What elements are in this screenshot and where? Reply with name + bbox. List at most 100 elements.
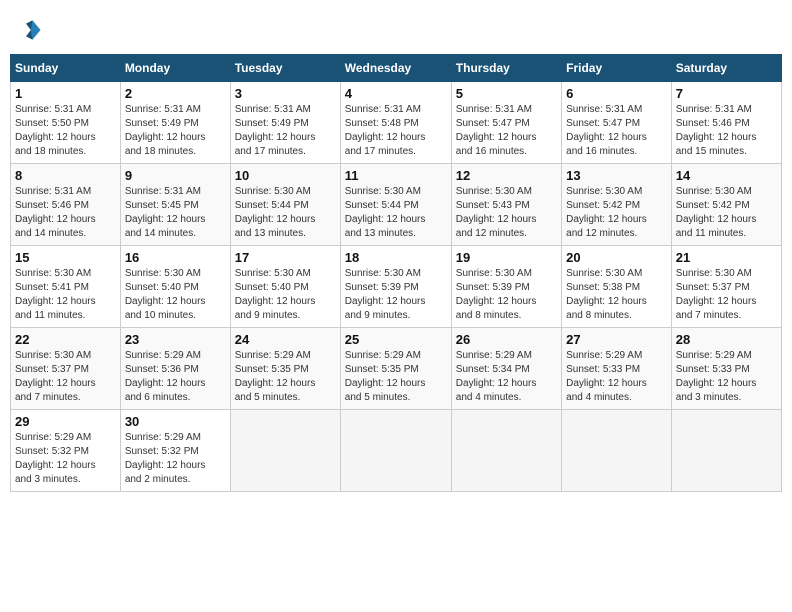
day-number: 29	[15, 414, 116, 429]
day-number: 23	[125, 332, 226, 347]
logo	[10, 14, 46, 46]
day-info: Sunrise: 5:30 AMSunset: 5:38 PMDaylight:…	[566, 267, 667, 323]
day-number: 4	[345, 86, 447, 101]
day-number: 8	[15, 168, 116, 183]
day-number: 6	[566, 86, 667, 101]
day-number: 20	[566, 250, 667, 265]
day-info: Sunrise: 5:29 AMSunset: 5:34 PMDaylight:…	[456, 349, 557, 405]
day-number: 24	[235, 332, 336, 347]
day-info: Sunrise: 5:30 AMSunset: 5:43 PMDaylight:…	[456, 185, 557, 241]
day-number: 22	[15, 332, 116, 347]
day-info: Sunrise: 5:30 AMSunset: 5:44 PMDaylight:…	[345, 185, 447, 241]
weekday-header-wednesday: Wednesday	[340, 55, 451, 82]
calendar-cell: 8 Sunrise: 5:31 AMSunset: 5:46 PMDaylight…	[11, 164, 121, 246]
calendar-cell: 17 Sunrise: 5:30 AMSunset: 5:40 PMDayligh…	[230, 246, 340, 328]
day-info: Sunrise: 5:30 AMSunset: 5:39 PMDaylight:…	[345, 267, 447, 323]
calendar-cell: 27 Sunrise: 5:29 AMSunset: 5:33 PMDayligh…	[562, 328, 672, 410]
calendar-cell: 23 Sunrise: 5:29 AMSunset: 5:36 PMDayligh…	[120, 328, 230, 410]
day-info: Sunrise: 5:31 AMSunset: 5:49 PMDaylight:…	[125, 103, 226, 159]
weekday-header-thursday: Thursday	[451, 55, 561, 82]
logo-icon	[10, 14, 42, 46]
day-info: Sunrise: 5:31 AMSunset: 5:49 PMDaylight:…	[235, 103, 336, 159]
day-number: 26	[456, 332, 557, 347]
calendar-cell	[671, 410, 781, 492]
day-info: Sunrise: 5:29 AMSunset: 5:36 PMDaylight:…	[125, 349, 226, 405]
weekday-header-tuesday: Tuesday	[230, 55, 340, 82]
calendar-cell: 11 Sunrise: 5:30 AMSunset: 5:44 PMDayligh…	[340, 164, 451, 246]
calendar-cell: 5 Sunrise: 5:31 AMSunset: 5:47 PMDaylight…	[451, 82, 561, 164]
day-info: Sunrise: 5:30 AMSunset: 5:42 PMDaylight:…	[566, 185, 667, 241]
day-info: Sunrise: 5:31 AMSunset: 5:45 PMDaylight:…	[125, 185, 226, 241]
calendar-cell: 22 Sunrise: 5:30 AMSunset: 5:37 PMDayligh…	[11, 328, 121, 410]
day-info: Sunrise: 5:30 AMSunset: 5:40 PMDaylight:…	[125, 267, 226, 323]
day-info: Sunrise: 5:31 AMSunset: 5:47 PMDaylight:…	[456, 103, 557, 159]
day-number: 5	[456, 86, 557, 101]
day-number: 12	[456, 168, 557, 183]
day-number: 16	[125, 250, 226, 265]
calendar-cell	[340, 410, 451, 492]
day-number: 10	[235, 168, 336, 183]
day-number: 9	[125, 168, 226, 183]
day-number: 1	[15, 86, 116, 101]
day-info: Sunrise: 5:31 AMSunset: 5:47 PMDaylight:…	[566, 103, 667, 159]
weekday-header-monday: Monday	[120, 55, 230, 82]
calendar-table: SundayMondayTuesdayWednesdayThursdayFrid…	[10, 54, 782, 492]
calendar-cell: 25Sunrise: 5:29 AMSunset: 5:35 PMDayligh…	[340, 328, 451, 410]
day-info: Sunrise: 5:31 AMSunset: 5:48 PMDaylight:…	[345, 103, 447, 159]
calendar-cell: 9 Sunrise: 5:31 AMSunset: 5:45 PMDaylight…	[120, 164, 230, 246]
day-number: 17	[235, 250, 336, 265]
day-info: Sunrise: 5:30 AMSunset: 5:40 PMDaylight:…	[235, 267, 336, 323]
calendar-cell: 26 Sunrise: 5:29 AMSunset: 5:34 PMDayligh…	[451, 328, 561, 410]
day-info: Sunrise: 5:29 AMSunset: 5:33 PMDaylight:…	[676, 349, 777, 405]
calendar-cell: 12 Sunrise: 5:30 AMSunset: 5:43 PMDayligh…	[451, 164, 561, 246]
calendar-cell: 3Sunrise: 5:31 AMSunset: 5:49 PMDaylight…	[230, 82, 340, 164]
day-info: Sunrise: 5:31 AMSunset: 5:46 PMDaylight:…	[676, 103, 777, 159]
day-number: 25	[345, 332, 447, 347]
day-number: 11	[345, 168, 447, 183]
day-number: 14	[676, 168, 777, 183]
day-number: 19	[456, 250, 557, 265]
calendar-cell: 18 Sunrise: 5:30 AMSunset: 5:39 PMDayligh…	[340, 246, 451, 328]
day-info: Sunrise: 5:30 AMSunset: 5:39 PMDaylight:…	[456, 267, 557, 323]
day-info: Sunrise: 5:30 AMSunset: 5:44 PMDaylight:…	[235, 185, 336, 241]
day-number: 18	[345, 250, 447, 265]
day-number: 28	[676, 332, 777, 347]
day-number: 27	[566, 332, 667, 347]
calendar-cell: 16 Sunrise: 5:30 AMSunset: 5:40 PMDayligh…	[120, 246, 230, 328]
weekday-header-friday: Friday	[562, 55, 672, 82]
day-info: Sunrise: 5:31 AMSunset: 5:50 PMDaylight:…	[15, 103, 116, 159]
day-info: Sunrise: 5:30 AMSunset: 5:42 PMDaylight:…	[676, 185, 777, 241]
day-info: Sunrise: 5:31 AMSunset: 5:46 PMDaylight:…	[15, 185, 116, 241]
day-info: Sunrise: 5:30 AMSunset: 5:37 PMDaylight:…	[15, 349, 116, 405]
calendar-cell: 6 Sunrise: 5:31 AMSunset: 5:47 PMDaylight…	[562, 82, 672, 164]
day-info: Sunrise: 5:29 AMSunset: 5:32 PMDaylight:…	[125, 431, 226, 487]
calendar-cell: 28 Sunrise: 5:29 AMSunset: 5:33 PMDayligh…	[671, 328, 781, 410]
page-header	[10, 10, 782, 46]
day-number: 15	[15, 250, 116, 265]
calendar-cell: 4 Sunrise: 5:31 AMSunset: 5:48 PMDaylight…	[340, 82, 451, 164]
calendar-cell: 24 Sunrise: 5:29 AMSunset: 5:35 PMDayligh…	[230, 328, 340, 410]
day-info: Sunrise: 5:29 AMSunset: 5:33 PMDaylight:…	[566, 349, 667, 405]
day-info: Sunrise: 5:30 AMSunset: 5:37 PMDaylight:…	[676, 267, 777, 323]
calendar-cell: 10 Sunrise: 5:30 AMSunset: 5:44 PMDayligh…	[230, 164, 340, 246]
day-info: Sunrise: 5:29 AMSunset: 5:35 PMDaylight:…	[235, 349, 336, 405]
calendar-cell: 19 Sunrise: 5:30 AMSunset: 5:39 PMDayligh…	[451, 246, 561, 328]
calendar-cell: 15 Sunrise: 5:30 AMSunset: 5:41 PMDayligh…	[11, 246, 121, 328]
day-number: 2	[125, 86, 226, 101]
weekday-header-saturday: Saturday	[671, 55, 781, 82]
calendar-cell: 13Sunrise: 5:30 AMSunset: 5:42 PMDayligh…	[562, 164, 672, 246]
calendar-cell	[451, 410, 561, 492]
day-number: 7	[676, 86, 777, 101]
day-number: 21	[676, 250, 777, 265]
day-info: Sunrise: 5:30 AMSunset: 5:41 PMDaylight:…	[15, 267, 116, 323]
calendar-cell: 21 Sunrise: 5:30 AMSunset: 5:37 PMDayligh…	[671, 246, 781, 328]
calendar-cell: 29 Sunrise: 5:29 AMSunset: 5:32 PMDayligh…	[11, 410, 121, 492]
calendar-cell: 14 Sunrise: 5:30 AMSunset: 5:42 PMDayligh…	[671, 164, 781, 246]
calendar-cell	[230, 410, 340, 492]
calendar-cell: 1 Sunrise: 5:31 AMSunset: 5:50 PMDaylight…	[11, 82, 121, 164]
weekday-header-sunday: Sunday	[11, 55, 121, 82]
day-info: Sunrise: 5:29 AMSunset: 5:32 PMDaylight:…	[15, 431, 116, 487]
calendar-cell: 20 Sunrise: 5:30 AMSunset: 5:38 PMDayligh…	[562, 246, 672, 328]
day-number: 30	[125, 414, 226, 429]
calendar-cell	[562, 410, 672, 492]
